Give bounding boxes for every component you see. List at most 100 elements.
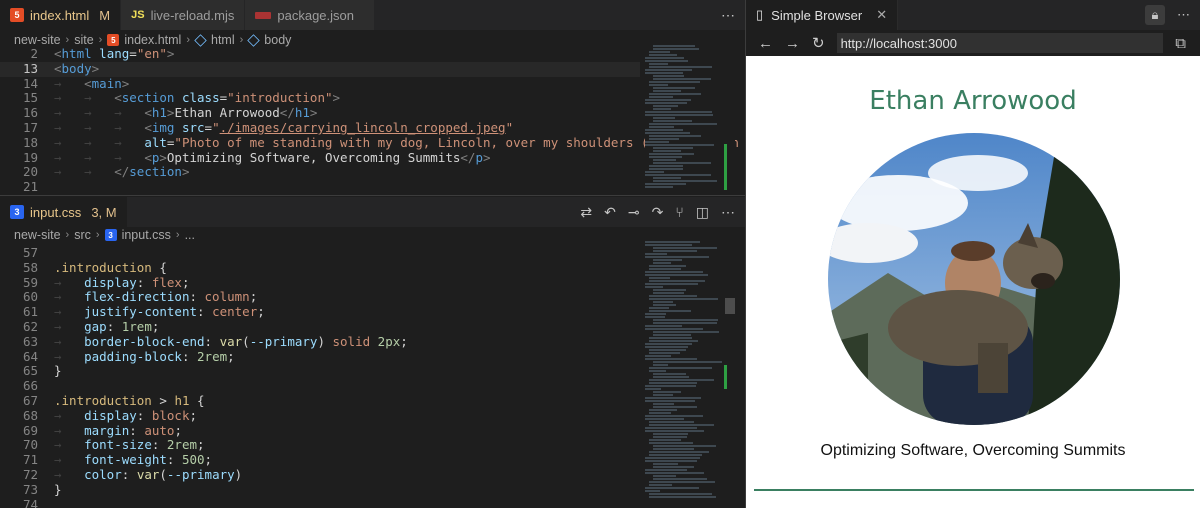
code-line[interactable]: 20 → → </section> — [0, 164, 640, 180]
code-line[interactable]: 2 <html lang="en"> — [0, 46, 640, 62]
code-text[interactable]: → justify-content: center; — [38, 304, 265, 320]
code-text[interactable]: → display: block; — [38, 408, 197, 424]
code-line[interactable]: 67 .introduction > h1 { — [0, 393, 640, 409]
code-text[interactable]: → → <section class="introduction"> — [38, 90, 340, 106]
code-line[interactable]: 65} — [0, 363, 640, 379]
code-line[interactable]: 70 → font-size: 2rem; — [0, 437, 640, 453]
browser-navbar: ← → ↻ http://localhost:3000 ⧉ — [746, 30, 1200, 56]
open-external-icon[interactable]: ⧉ — [1175, 35, 1186, 52]
code-line[interactable]: 15 → → <section class="introduction"> — [0, 90, 640, 106]
code-line[interactable]: 14 → <main> — [0, 76, 640, 92]
code-line[interactable]: 68 → display: block; — [0, 408, 640, 424]
code-line[interactable]: 74 — [0, 496, 640, 508]
ellipsis-icon[interactable]: ⋯ — [1177, 7, 1190, 23]
breadcrumb-item[interactable]: new-site — [14, 228, 61, 242]
tab-package-json[interactable]: package.json — [245, 0, 376, 30]
code-text[interactable]: → → → <img src="./images/carrying_lincol… — [38, 120, 513, 136]
code-line[interactable]: 59 → display: flex; — [0, 275, 640, 291]
forward-arrow-icon[interactable]: → — [785, 35, 800, 52]
code-text[interactable]: .introduction > h1 { — [38, 393, 205, 409]
code-line[interactable]: 73} — [0, 482, 640, 498]
code-text[interactable]: } — [38, 363, 62, 379]
scrollbar-thumb[interactable] — [725, 298, 735, 314]
breadcrumb-item[interactable]: new-site — [14, 33, 61, 47]
minimap-top[interactable] — [645, 44, 735, 194]
code-text[interactable]: → <main> — [38, 76, 129, 92]
lock-icon[interactable]: 🔒︎ — [1145, 5, 1165, 25]
code-editor-bottom[interactable]: 57 58 .introduction {59 → display: flex; 60 →… — [0, 245, 640, 508]
code-text[interactable]: → padding-block: 2rem; — [38, 349, 235, 365]
code-text[interactable]: → margin: auto; — [38, 423, 182, 439]
code-line[interactable]: 19 → → → <p>Optimizing Software, Overcomi… — [0, 150, 640, 166]
code-text[interactable]: → font-size: 2rem; — [38, 437, 205, 453]
breadcrumb-item[interactable]: ... — [185, 228, 195, 242]
minimap-line — [645, 415, 703, 417]
tab-live-reload[interactable]: JS live-reload.mjs — [121, 0, 246, 30]
code-line[interactable]: 17 → → → <img src="./images/carrying_linc… — [0, 120, 640, 136]
code-line[interactable]: 21 — [0, 179, 640, 195]
breadcrumb-item[interactable]: body — [264, 33, 291, 47]
minimap-line — [653, 87, 696, 89]
code-line[interactable]: 57 — [0, 245, 640, 261]
code-text[interactable]: → → </section> — [38, 164, 190, 180]
ellipsis-icon[interactable]: ⋯ — [721, 204, 735, 221]
code-line[interactable]: 69 → margin: auto; — [0, 423, 640, 439]
reload-icon[interactable]: ↻ — [812, 34, 825, 52]
tab-input-css[interactable]: 3 input.css 3, M — [0, 197, 128, 227]
code-line[interactable]: 16 → → → <h1>Ethan Arrowood</h1> — [0, 105, 640, 121]
code-line[interactable]: 63 → border-block-end: var(--primary) sol… — [0, 334, 640, 350]
code-text[interactable]: → gap: 1rem; — [38, 319, 159, 335]
code-text[interactable]: <html lang="en"> — [38, 46, 174, 62]
code-text[interactable] — [38, 498, 54, 508]
code-line[interactable]: 18 → → → alt="Photo of me standing with m… — [0, 135, 814, 151]
code-text[interactable]: <body> — [38, 61, 99, 77]
code-text[interactable] — [38, 246, 54, 261]
breadcrumb-item[interactable]: src — [74, 228, 91, 242]
tab-simple-browser[interactable]: ▯ Simple Browser ✕ — [746, 0, 899, 30]
code-text[interactable]: → → → <h1>Ethan Arrowood</h1> — [38, 105, 317, 121]
code-line[interactable]: 62 → gap: 1rem; — [0, 319, 640, 335]
minimap-line — [653, 162, 711, 164]
commit-dot-icon[interactable]: ⊸ — [628, 204, 640, 221]
minimap-line — [645, 325, 682, 327]
code-text[interactable]: .introduction { — [38, 260, 167, 276]
code-text[interactable]: → → → <p>Optimizing Software, Overcoming… — [38, 150, 491, 166]
code-text[interactable] — [38, 379, 54, 394]
back-arrow-icon[interactable]: ← — [758, 35, 773, 52]
breadcrumb-item[interactable]: site — [74, 33, 93, 47]
chevron-right-icon: › — [239, 34, 244, 46]
split-editor-icon[interactable]: ◫ — [696, 204, 709, 221]
line-number: 13 — [22, 60, 38, 76]
line-number: 74 — [22, 496, 38, 508]
git-branch-icon[interactable]: ⑂ — [675, 204, 683, 220]
code-text[interactable]: → display: flex; — [38, 275, 190, 291]
minimap-line — [645, 69, 693, 71]
code-line[interactable]: 13 <body> — [0, 60, 640, 77]
code-editor-top[interactable]: 2 <html lang="en"> 13 <body> 14 → <main> 15 → →… — [0, 46, 814, 195]
url-input[interactable]: http://localhost:3000 — [836, 33, 1164, 53]
tab-index-html[interactable]: 5 index.html M — [0, 0, 122, 30]
code-text[interactable]: → flex-direction: column; — [38, 289, 257, 305]
code-line[interactable]: 60 → flex-direction: column; — [0, 289, 640, 305]
minimap-line — [653, 331, 719, 333]
breadcrumb-item[interactable]: html — [211, 33, 235, 47]
code-line[interactable]: 58 .introduction { — [0, 260, 640, 276]
code-line[interactable]: 66 — [0, 378, 640, 394]
breadcrumb-item[interactable]: input.css — [122, 228, 171, 242]
previous-change-icon[interactable]: ↶ — [604, 204, 616, 221]
code-text[interactable] — [38, 180, 54, 195]
minimap-bottom[interactable] — [645, 240, 735, 508]
ellipsis-icon[interactable]: ⋯ — [721, 7, 735, 24]
code-line[interactable]: 61 → justify-content: center; — [0, 304, 640, 320]
code-line[interactable]: 71 → font-weight: 500; — [0, 452, 640, 468]
code-text[interactable]: → border-block-end: var(--primary) solid… — [38, 334, 408, 350]
code-text[interactable]: → color: var(--primary) — [38, 467, 242, 483]
code-text[interactable]: } — [38, 482, 62, 498]
breadcrumb-item[interactable]: index.html — [124, 33, 181, 47]
code-line[interactable]: 64 → padding-block: 2rem; — [0, 349, 640, 365]
open-changes-icon[interactable]: ⇄ — [580, 204, 592, 221]
close-icon[interactable]: ✕ — [876, 7, 887, 23]
next-change-icon[interactable]: ↷ — [652, 204, 664, 221]
code-text[interactable]: → font-weight: 500; — [38, 452, 212, 468]
code-line[interactable]: 72 → color: var(--primary) — [0, 467, 640, 483]
